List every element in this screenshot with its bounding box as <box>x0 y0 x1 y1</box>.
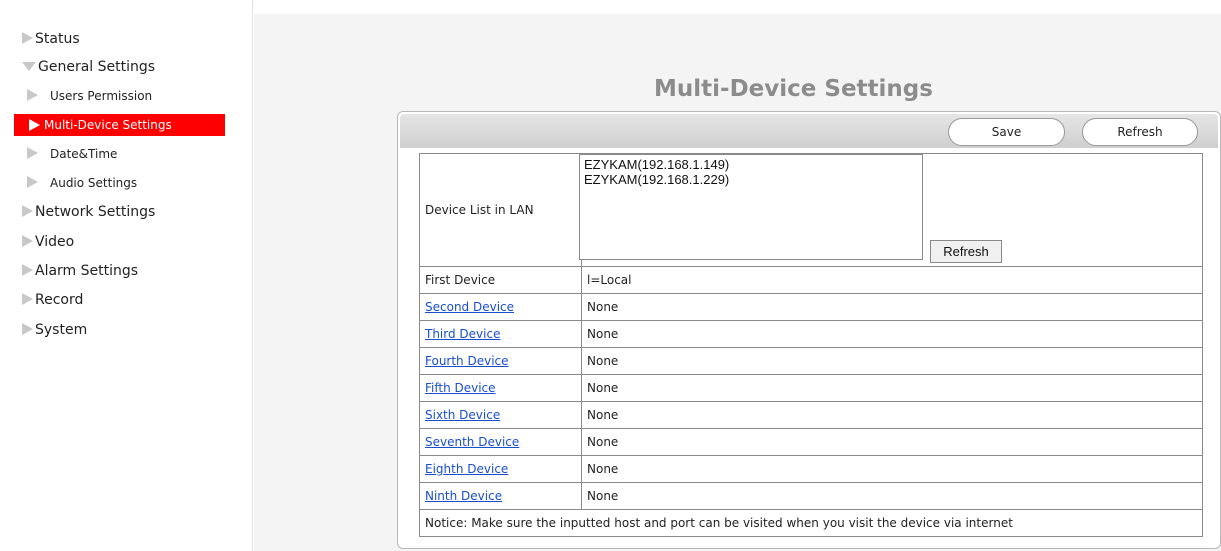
device-value: None <box>581 455 1203 483</box>
triangle-down-icon <box>22 61 36 71</box>
device-list-entry[interactable]: EZYKAM(192.168.1.149) <box>584 157 918 172</box>
sub-item-users-permission[interactable]: Users Permission <box>27 85 152 107</box>
nav-item-label: Network Settings <box>35 204 156 220</box>
nav-item-label: Alarm Settings <box>35 263 139 279</box>
device-link-third[interactable]: Third Device <box>425 327 500 341</box>
lan-refresh-button[interactable]: Refresh <box>930 240 1002 263</box>
save-button[interactable]: Save <box>948 118 1065 146</box>
table-row: Notice: Make sure the inputted host and … <box>419 509 1203 537</box>
device-link-fifth[interactable]: Fifth Device <box>425 381 496 395</box>
table-row: Fifth Device None <box>419 374 1203 402</box>
notice-text: Notice: Make sure the inputted host and … <box>419 509 1203 537</box>
nav-item-system[interactable]: System <box>22 319 87 341</box>
table-row: First Device l=Local <box>419 266 1203 294</box>
sub-item-date-time[interactable]: Date&Time <box>27 143 117 165</box>
triangle-right-icon <box>27 147 38 159</box>
device-value: None <box>581 428 1203 456</box>
triangle-right-icon <box>22 235 33 247</box>
table-row: Sixth Device None <box>419 401 1203 429</box>
table-row: Second Device None <box>419 293 1203 321</box>
device-value: None <box>581 320 1203 348</box>
page-title: Multi-Device Settings <box>654 76 933 102</box>
sub-item-audio-settings[interactable]: Audio Settings <box>27 172 137 194</box>
nav-item-label: General Settings <box>38 59 156 75</box>
device-link-eighth[interactable]: Eighth Device <box>425 462 508 476</box>
triangle-right-icon <box>22 32 33 44</box>
table-row: Fourth Device None <box>419 347 1203 375</box>
table-row: Eighth Device None <box>419 455 1203 483</box>
sub-item-label: Multi-Device Settings <box>44 118 172 132</box>
table-row: Ninth Device None <box>419 482 1203 510</box>
device-link-ninth[interactable]: Ninth Device <box>425 489 502 503</box>
triangle-right-icon <box>27 176 38 188</box>
device-list-entry[interactable]: EZYKAM(192.168.1.229) <box>584 172 918 187</box>
table-row: Seventh Device None <box>419 428 1203 456</box>
triangle-right-icon <box>22 293 33 305</box>
device-value: None <box>581 293 1203 321</box>
refresh-button[interactable]: Refresh <box>1082 118 1198 146</box>
device-value: None <box>581 482 1203 510</box>
device-value: None <box>581 347 1203 375</box>
device-link-fourth[interactable]: Fourth Device <box>425 354 509 368</box>
nav-item-general-settings[interactable]: General Settings <box>22 56 155 78</box>
triangle-right-icon <box>22 323 33 335</box>
nav-item-label: Status <box>35 31 80 47</box>
device-link-sixth[interactable]: Sixth Device <box>425 408 500 422</box>
triangle-right-icon <box>27 89 38 101</box>
sub-item-label: Audio Settings <box>50 176 138 190</box>
sidebar: Status General Settings Users Permission… <box>0 0 253 551</box>
nav-item-video[interactable]: Video <box>22 231 74 253</box>
toolbar: Save Refresh <box>400 114 1218 148</box>
nav-item-network-settings[interactable]: Network Settings <box>22 201 155 223</box>
nav-item-label: System <box>35 322 88 338</box>
device-value: None <box>581 401 1203 429</box>
nav-item-alarm-settings[interactable]: Alarm Settings <box>22 260 138 282</box>
nav-item-label: Record <box>35 292 84 308</box>
device-list-label: Device List in LAN <box>419 153 582 267</box>
nav-item-status[interactable]: Status <box>22 28 80 50</box>
device-value: None <box>581 374 1203 402</box>
sub-item-multi-device-settings[interactable]: Multi-Device Settings <box>14 114 225 136</box>
device-link-seventh[interactable]: Seventh Device <box>425 435 519 449</box>
device-label-first: First Device <box>419 266 582 294</box>
nav-item-label: Video <box>35 234 75 250</box>
triangle-right-icon <box>22 264 33 276</box>
triangle-right-icon <box>29 118 40 131</box>
device-value: l=Local <box>581 266 1203 294</box>
table-row: Third Device None <box>419 320 1203 348</box>
sub-item-label: Date&Time <box>50 147 118 161</box>
nav-item-record[interactable]: Record <box>22 289 83 311</box>
device-list-box[interactable]: EZYKAM(192.168.1.149) EZYKAM(192.168.1.2… <box>579 154 923 260</box>
device-link-second[interactable]: Second Device <box>425 300 514 314</box>
sub-item-label: Users Permission <box>50 89 153 103</box>
triangle-right-icon <box>22 205 33 217</box>
